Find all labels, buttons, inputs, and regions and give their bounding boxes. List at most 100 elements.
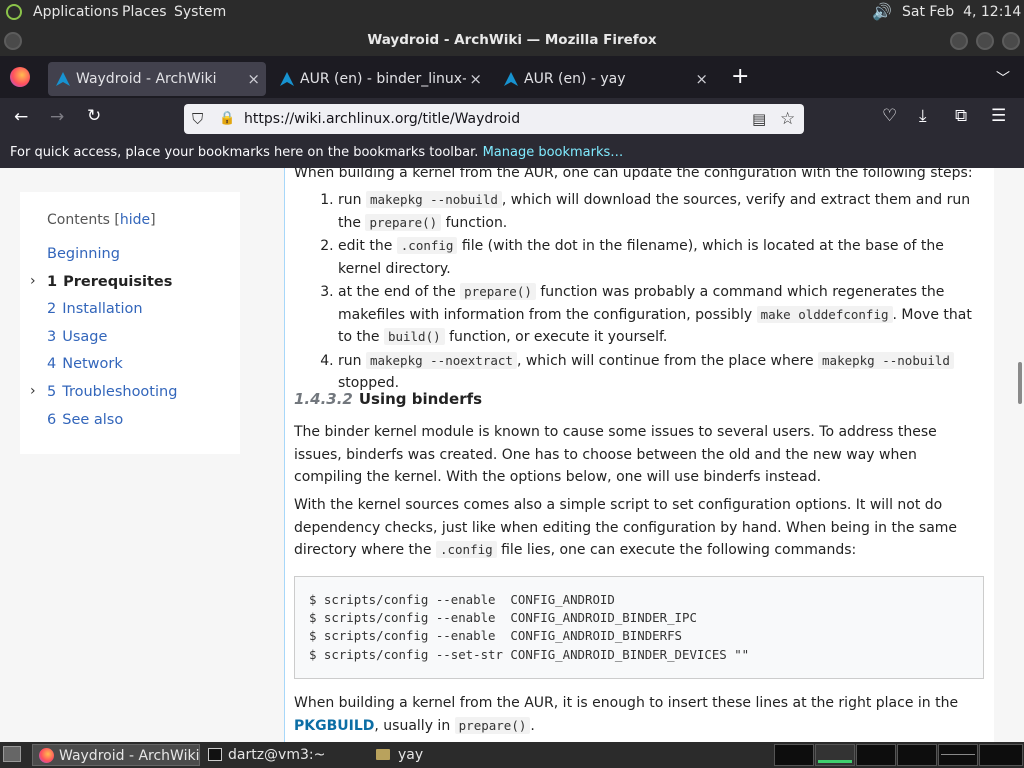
code-block[interactable]: $ scripts/config --enable CONFIG_ANDROID… [294,576,984,679]
archlinux-favicon-icon [280,72,294,86]
inline-code: .config [435,541,497,558]
code-line: $ scripts/config --set-str CONFIG_ANDROI… [309,646,750,662]
table-of-contents: Contents [hide] Beginning › 1 Prerequisit… [20,192,240,454]
list-all-tabs-chevron-down-icon[interactable]: ﹀ [996,68,1010,88]
toc-item-troubleshooting[interactable]: 5 Troubleshooting [47,384,177,400]
toc-item-label[interactable]: Network [62,356,123,372]
url-bar[interactable]: ⛉ 🔒 https://wiki.archlinux.org/title/Way… [184,104,804,134]
intro-paragraph: When building a kernel from the AUR, one… [294,168,973,181]
shield-icon[interactable]: ⛉ [192,104,203,134]
pkgbuild-link[interactable]: PKGBUILD [294,718,374,734]
expand-chevron-icon[interactable]: › [30,383,36,399]
text: run [338,192,366,208]
tab-aur-binder-linux[interactable]: AUR (en) - binder_linux-dkms × [272,62,488,96]
text: , usually in [374,717,455,734]
toc-item-see-also[interactable]: 6 See also [47,412,123,428]
toc-item-installation[interactable]: 2 Installation [47,301,143,317]
inline-code: prepare() [365,213,442,231]
toc-item-label[interactable]: See also [62,412,123,428]
toc-item-prerequisites[interactable]: 1 Prerequisites [47,274,172,290]
inline-code: makepkg --nobuild [365,191,502,208]
text: file lies, one can execute the following… [496,542,857,558]
taskbar-item-label: dartz@vm3:~ [228,747,326,763]
show-desktop-icon[interactable] [3,746,21,762]
inline-code: makepkg --noextract [365,351,517,369]
taskbar: Waydroid - ArchWiki - Mozilla Firefox da… [0,742,1024,768]
manage-bookmarks-link[interactable]: Manage bookmarks… [483,145,624,160]
list-item: at the end of the prepare() function was… [338,281,988,349]
back-arrow-icon[interactable]: ← [14,107,28,127]
toc-item-label[interactable]: Troubleshooting [62,384,177,400]
toc-item-number: 6 [47,412,57,428]
toc-item-number: 1 [47,274,58,290]
page-viewport: Contents [hide] Beginning › 1 Prerequisit… [0,168,1024,742]
inline-code: makepkg --nobuild [818,351,954,369]
taskbar-item-terminal[interactable]: dartz@vm3:~ [202,744,370,766]
section-title: Using binderfs [358,390,483,408]
toc-item-label[interactable]: Prerequisites [63,274,172,290]
window-menu-button[interactable] [4,32,22,50]
volume-icon[interactable]: 🔊 [872,2,892,21]
tab-close-icon[interactable]: × [469,62,482,96]
window-titlebar[interactable]: Waydroid - ArchWiki — Mozilla Firefox [0,24,1024,56]
taskbar-item-yay-folder[interactable]: yay [372,744,540,766]
maximize-button[interactable] [976,32,994,50]
toc-item-number: 5 [47,384,57,400]
toc-item-network[interactable]: 4 Network [47,356,123,372]
archlinux-favicon-icon [56,72,70,86]
toc-item-usage[interactable]: 3 Usage [47,329,107,345]
workspace-1[interactable] [774,744,814,766]
text: stopped. [338,375,400,391]
text: edit the [338,238,397,254]
hamburger-menu-icon[interactable]: ☰ [991,106,1006,126]
toc-item-label[interactable]: Usage [62,329,107,345]
toc-item-label[interactable]: Installation [62,301,142,317]
tab-close-icon[interactable]: × [247,62,260,96]
toc-item-number: 3 [47,329,57,345]
inline-code: prepare() [454,716,531,734]
section-number: 1.4.3.2 [294,390,353,408]
binderfs-paragraph: The binder kernel module is known to cau… [294,424,937,485]
lock-icon[interactable]: 🔒 [219,104,235,134]
bookmark-star-icon[interactable]: ☆ [780,104,795,134]
extensions-icon[interactable]: ⧉ [955,106,967,126]
archlinux-favicon-icon [504,72,518,86]
taskbar-item-firefox[interactable]: Waydroid - ArchWiki - Mozilla Firefox [32,744,200,766]
toc-item-number: 2 [47,301,57,317]
close-window-button[interactable] [1002,32,1020,50]
code-line: $ scripts/config --enable CONFIG_ANDROID [309,592,615,607]
workspace-2[interactable] [815,744,855,766]
firefox-icon[interactable] [10,67,30,87]
url-text[interactable]: https://wiki.archlinux.org/title/Waydroi… [244,104,520,134]
pocket-icon[interactable]: ♡ [882,106,897,126]
text: When building a kernel from the AUR, it … [294,695,959,711]
toc-hide-link[interactable]: hide [120,212,150,228]
forward-arrow-icon[interactable]: → [50,107,64,127]
downloads-icon[interactable]: ⤓ [919,106,927,126]
text: function. [441,214,508,231]
toc-item-beginning[interactable]: Beginning [47,246,120,262]
applications-menu[interactable]: Applications [33,4,119,20]
tab-aur-yay[interactable]: AUR (en) - yay × [496,62,714,96]
tab-label: AUR (en) - yay [524,71,626,87]
toc-item-label[interactable]: Beginning [47,246,120,262]
tab-waydroid-archwiki[interactable]: Waydroid - ArchWiki × [48,62,266,96]
workspace-6[interactable] [979,744,1023,766]
workspace-4[interactable] [897,744,937,766]
minimize-button[interactable] [950,32,968,50]
expand-chevron-icon[interactable]: › [30,273,36,289]
reload-icon[interactable]: ↻ [87,106,101,126]
distro-logo-icon[interactable] [6,4,22,20]
tab-close-icon[interactable]: × [695,62,708,96]
page-scrollbar-thumb[interactable] [1018,362,1022,404]
reader-view-icon[interactable]: ▤ [752,104,766,134]
top-panel: Applications Places System 🔊 Sat Feb 4, … [0,0,1024,24]
places-menu[interactable]: Places [122,4,167,20]
workspace-3[interactable] [856,744,896,766]
clock[interactable]: Sat Feb 4, 12:14 PM [902,4,1024,20]
workspace-5[interactable] [938,744,978,766]
taskbar-item-label: Waydroid - ArchWiki - Mozilla Firefox [59,748,200,764]
steps-list: run makepkg --nobuild, which will downlo… [318,189,988,396]
new-tab-button[interactable]: + [731,64,749,89]
system-menu[interactable]: System [174,4,226,20]
